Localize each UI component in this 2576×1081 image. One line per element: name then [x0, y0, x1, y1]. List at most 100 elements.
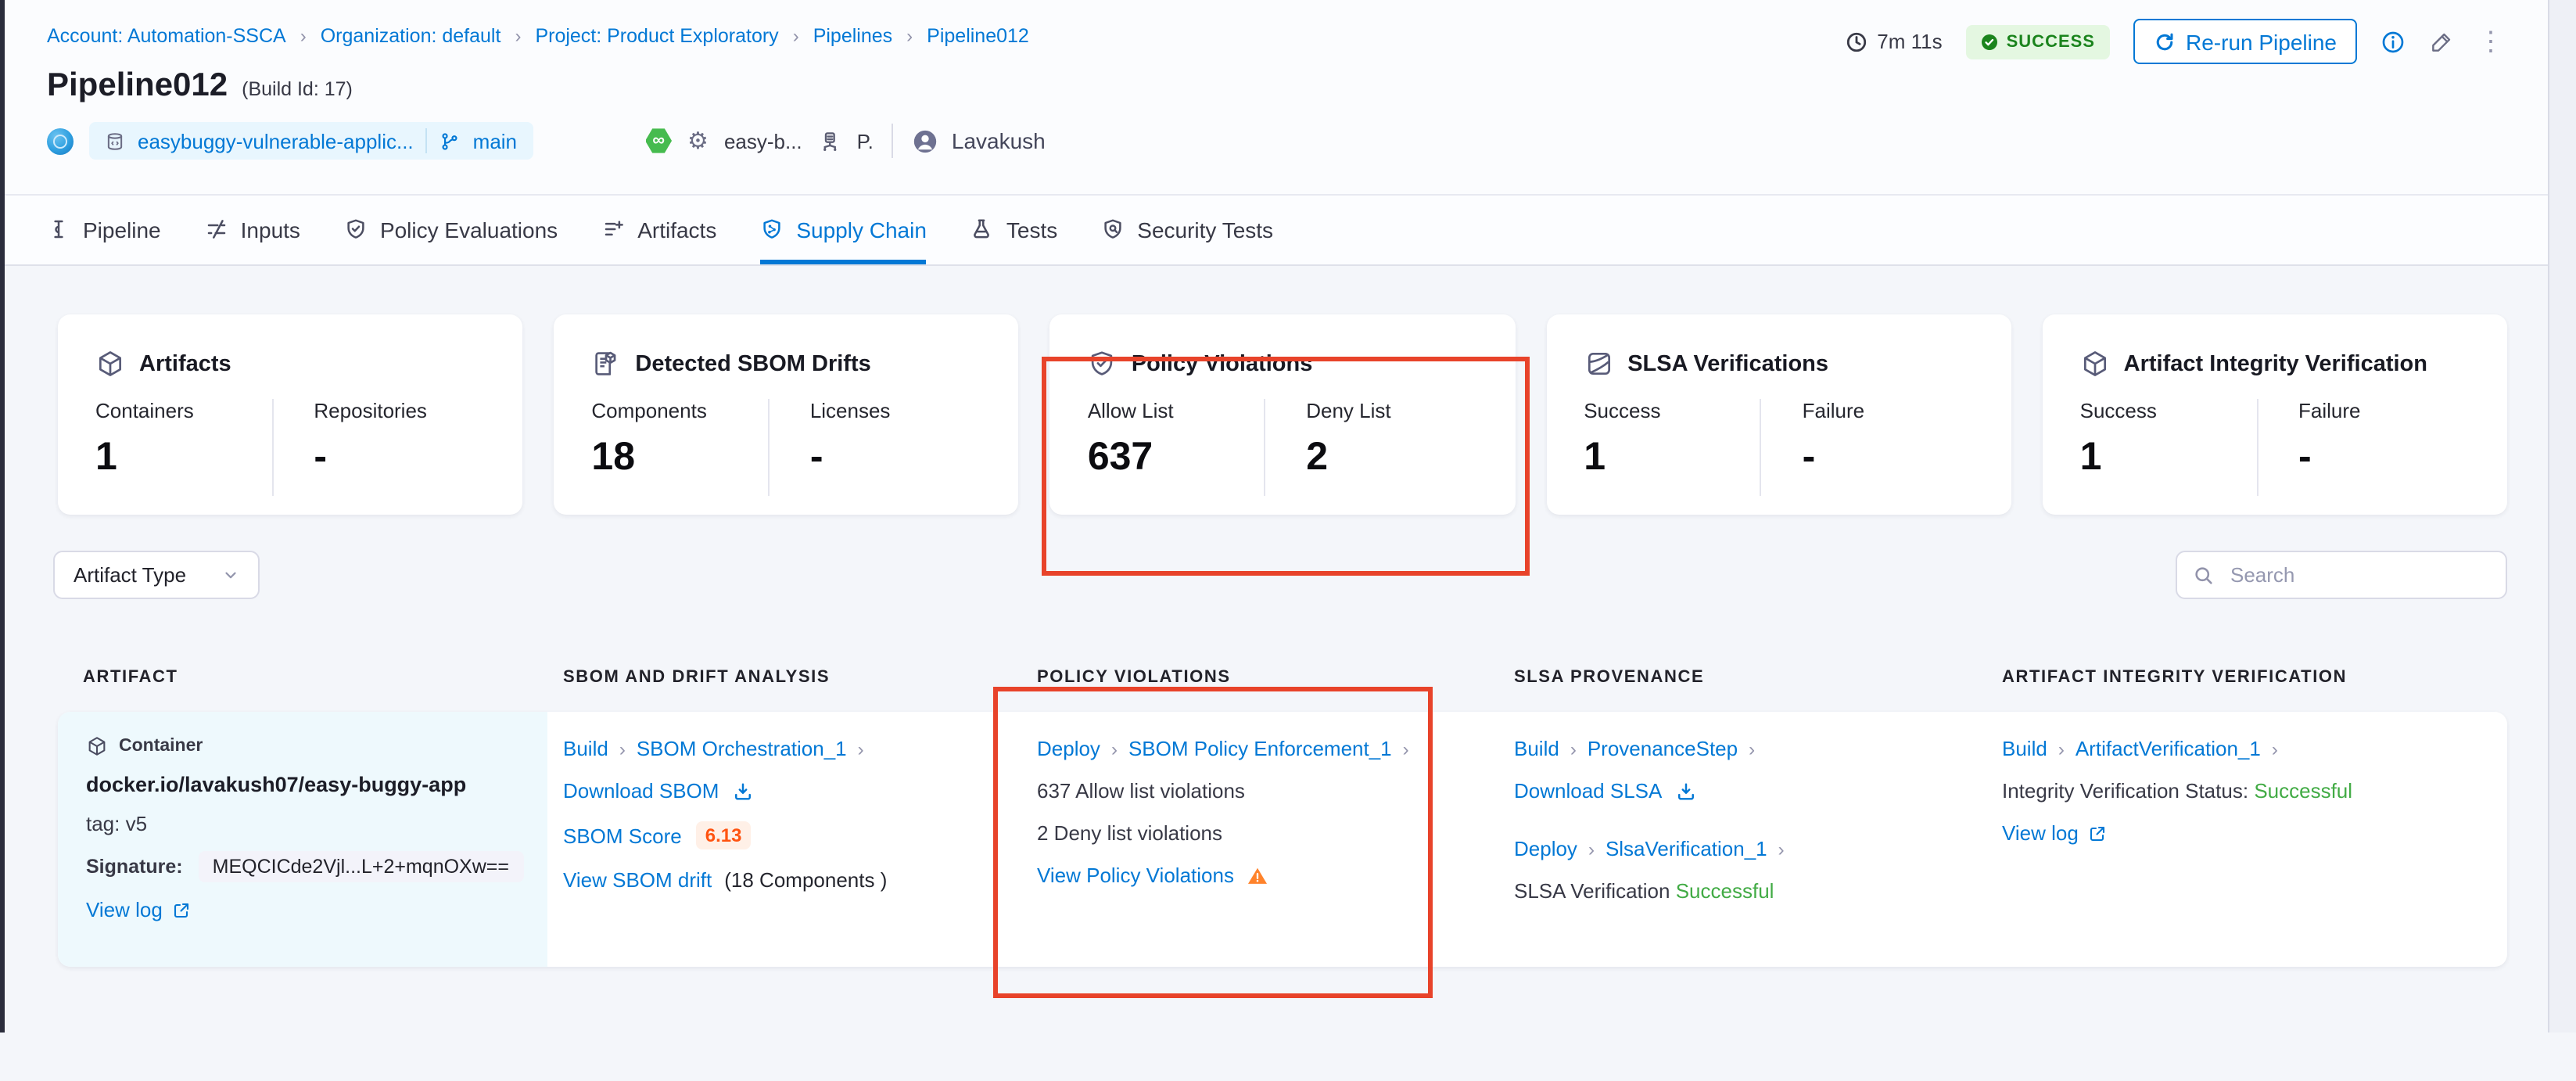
warning-triangle-icon: [1247, 864, 1268, 886]
breadcrumb-organization[interactable]: Organization: default: [321, 25, 501, 47]
repository-icon: [105, 131, 125, 151]
chevron-separator-icon: [1778, 838, 1785, 860]
repo-link[interactable]: easybuggy-vulnerable-applic...: [138, 129, 414, 153]
page-title: Pipeline012: [47, 67, 228, 105]
drift-components-count: (18 Components ): [724, 868, 887, 892]
gear-icon: ⚙: [687, 129, 709, 153]
pipeline-meta-row: easybuggy-vulnerable-applic... main ∞ ⚙ …: [47, 120, 2504, 161]
signature-label: Signature:: [86, 856, 183, 878]
artifact-tag: tag: v5: [86, 812, 519, 835]
policy-step-link[interactable]: SBOM Policy Enforcement_1: [1128, 737, 1392, 760]
branch-link[interactable]: main: [473, 129, 517, 153]
artifact-type-label: Artifact Type: [74, 563, 186, 587]
shield-check-icon: [344, 217, 368, 241]
artifact-name: docker.io/lavakush07/easy-buggy-app: [86, 773, 519, 796]
slsa-stage1-link[interactable]: Build: [1514, 737, 1559, 760]
artifact-cell: Container docker.io/lavakush07/easy-bugg…: [58, 712, 547, 967]
artifact-view-log-link[interactable]: View log: [86, 898, 163, 921]
info-icon[interactable]: [2380, 29, 2406, 54]
list-plus-icon: [601, 217, 625, 241]
trigger-secondary: P.: [857, 129, 874, 153]
search-input[interactable]: [2227, 562, 2490, 588]
vertical-scrollbar[interactable]: [2548, 0, 2576, 1033]
sbom-cell: Build SBOM Orchestration_1 Download SBOM…: [563, 737, 887, 892]
view-sbom-drift-link[interactable]: View SBOM drift: [563, 868, 712, 892]
slsa-step1-link[interactable]: ProvenanceStep: [1588, 737, 1738, 760]
stat-value: -: [2298, 435, 2507, 480]
stat-value: 1: [95, 435, 271, 480]
tab-policy-evaluations[interactable]: Policy Evaluations: [344, 196, 558, 264]
stat-label: Components: [591, 399, 767, 422]
sliders-icon: [205, 217, 228, 241]
artifact-type-badge: Container: [119, 737, 203, 756]
check-circle-icon: [1980, 32, 1999, 51]
tab-label: Inputs: [241, 217, 300, 242]
search-icon: [2193, 564, 2215, 586]
kebab-menu-icon[interactable]: ⋮: [2477, 28, 2504, 55]
sbom-stage-link[interactable]: Build: [563, 737, 608, 760]
artifact-table-row: Container docker.io/lavakush07/easy-bugg…: [58, 712, 2507, 967]
integrity-step-link[interactable]: ArtifactVerification_1: [2076, 737, 2261, 760]
tab-pipeline[interactable]: Pipeline: [47, 196, 161, 264]
clock-icon: [1846, 31, 1867, 52]
signature-value: MEQCICde2Vjl...L+2+mqnOXw==: [199, 851, 523, 882]
policy-stage-link[interactable]: Deploy: [1037, 737, 1100, 760]
card-artifacts: Artifacts Containers1 Repositories-: [58, 314, 522, 515]
tab-supply-chain[interactable]: Supply Chain: [760, 196, 927, 264]
integrity-stage-link[interactable]: Build: [2002, 737, 2047, 760]
policy-violations-cell: Deploy SBOM Policy Enforcement_1 637 All…: [1037, 737, 1409, 887]
filter-row: Artifact Type: [53, 551, 2507, 599]
download-sbom-link[interactable]: Download SBOM: [563, 779, 719, 803]
breadcrumb-account[interactable]: Account: Automation-SSCA: [47, 25, 286, 47]
integrity-view-log-link[interactable]: View log: [2002, 821, 2079, 845]
card-artifact-integrity: Artifact Integrity Verification Success1…: [2043, 314, 2507, 515]
git-branch-icon: [440, 131, 461, 151]
page-header: Account: Automation-SSCA Organization: d…: [0, 0, 2576, 196]
breadcrumb-pipeline012[interactable]: Pipeline012: [927, 25, 1029, 47]
stat-label: Deny List: [1306, 399, 1515, 422]
slsa-stage2-link[interactable]: Deploy: [1514, 837, 1577, 860]
stat-value: -: [810, 435, 1019, 480]
slsa-verification-label: SLSA Verification: [1514, 879, 1670, 903]
stat-value: -: [314, 435, 522, 480]
globe-icon: [47, 127, 74, 154]
search-box: [2176, 551, 2507, 599]
cube-icon: [2080, 349, 2110, 379]
slsa-provenance-cell: Build ProvenanceStep Download SLSA Deplo…: [1514, 737, 1785, 903]
rerun-pipeline-button[interactable]: Re-run Pipeline: [2133, 19, 2357, 64]
card-title: SLSA Verifications: [1627, 351, 1828, 376]
tab-security-tests[interactable]: Security Tests: [1101, 196, 1273, 264]
avatar-icon: [913, 127, 939, 154]
stat-label: Licenses: [810, 399, 1019, 422]
stat-value: -: [1803, 435, 2011, 480]
chevron-separator-icon: [1749, 738, 1755, 760]
stat-label: Containers: [95, 399, 271, 422]
download-slsa-link[interactable]: Download SLSA: [1514, 779, 1662, 803]
slsa-step2-link[interactable]: SlsaVerification_1: [1606, 837, 1767, 860]
supply-chain-content: Artifacts Containers1 Repositories- Dete…: [0, 314, 2576, 1081]
external-link-icon: [172, 900, 191, 919]
build-id: (Build Id: 17): [242, 78, 353, 100]
stat-value: 637: [1088, 435, 1264, 480]
tab-tests[interactable]: Tests: [970, 196, 1057, 264]
stat-value: 1: [1584, 435, 1760, 480]
sbom-step-link[interactable]: SBOM Orchestration_1: [637, 737, 847, 760]
column-header-slsa: SLSA PROVENANCE: [1514, 668, 1704, 687]
tab-artifacts[interactable]: Artifacts: [601, 196, 716, 264]
view-policy-violations-link[interactable]: View Policy Violations: [1037, 864, 1234, 887]
trigger-meta: ∞ ⚙ easy-b... P.: [645, 127, 874, 154]
execution-duration: 7m 11s: [1846, 30, 1942, 53]
tab-label: Supply Chain: [796, 217, 927, 242]
supply-chain-shield-icon: [760, 217, 784, 241]
chevron-separator-icon: [515, 25, 521, 47]
edit-pencil-icon[interactable]: [2429, 29, 2454, 54]
artifact-integrity-cell: Build ArtifactVerification_1 Integrity V…: [2002, 737, 2352, 845]
tab-inputs[interactable]: Inputs: [205, 196, 300, 264]
artifact-type-select[interactable]: Artifact Type: [53, 551, 260, 599]
breadcrumb-pipelines[interactable]: Pipelines: [813, 25, 892, 47]
sbom-score-link[interactable]: SBOM Score: [563, 824, 682, 847]
chevron-separator-icon: [906, 25, 913, 47]
stat-label: Success: [1584, 399, 1760, 422]
status-badge: SUCCESS: [1966, 24, 2109, 59]
breadcrumb-project[interactable]: Project: Product Exploratory: [535, 25, 778, 47]
